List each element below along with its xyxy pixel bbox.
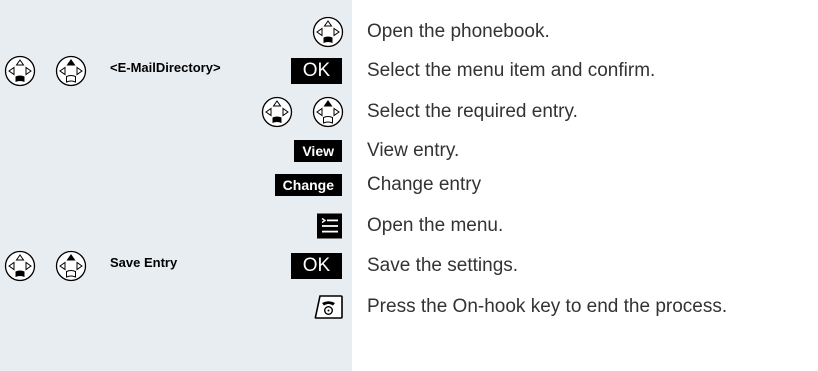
display-menu-item: <E-MailDirectory> [110,60,221,75]
display-menu-item: Save Entry [110,255,178,270]
step-select-entry: Select the required entry. [0,94,818,130]
instruction-text: Save the settings. [367,255,519,276]
menu-key-icon[interactable] [317,213,342,239]
step-change-entry: Change Change entry [0,167,818,203]
control-key-down-icon[interactable] [312,16,344,48]
control-key-down-icon[interactable] [4,55,36,87]
instruction-text: Press the On-hook key to end the process… [367,296,728,317]
control-key-down-icon[interactable] [261,96,293,128]
instruction-text: Change entry [367,174,482,195]
instruction-text: Open the menu. [367,215,504,236]
instruction-text: Select the required entry. [367,101,578,122]
step-select-email-directory: <E-MailDirectory> OK Select the menu ite… [0,53,818,89]
ok-button[interactable]: OK [291,58,342,84]
control-key-up-icon[interactable] [55,55,87,87]
step-open-phonebook: Open the phonebook. [0,14,818,50]
change-softkey[interactable]: Change [274,174,342,196]
instruction-text: Open the phonebook. [367,21,550,42]
control-key-up-icon[interactable] [55,250,87,282]
ok-button[interactable]: OK [291,253,342,279]
step-end-process: Press the On-hook key to end the process… [0,289,818,325]
instruction-text: Select the menu item and confirm. [367,60,656,81]
control-key-up-icon[interactable] [312,96,344,128]
step-view-entry: View View entry. [0,133,818,169]
step-save-entry: Save Entry OK Save the settings. [0,248,818,284]
on-hook-key-icon[interactable] [313,294,343,320]
instruction-text: View entry. [367,140,460,161]
control-key-down-icon[interactable] [4,250,36,282]
step-open-menu: Open the menu. [0,208,818,244]
view-softkey[interactable]: View [294,140,342,162]
